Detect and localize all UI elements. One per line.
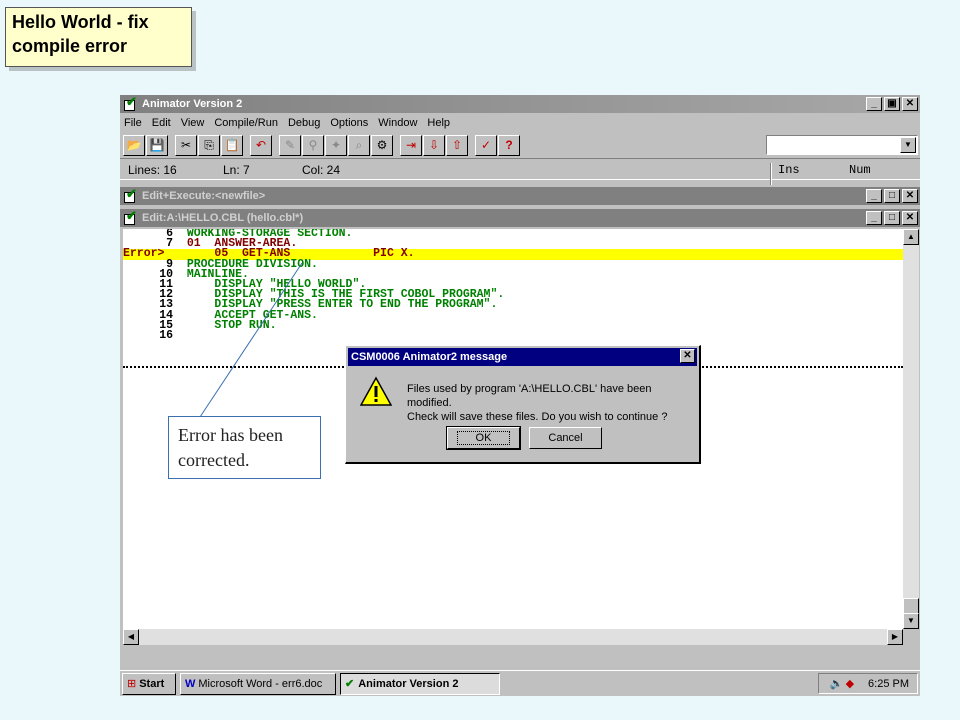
edit-file-title: Edit:A:\HELLO.CBL (hello.cbl*): [142, 212, 304, 224]
restore-button[interactable]: ▣: [884, 97, 900, 111]
scroll-up-icon[interactable]: ▲: [903, 229, 919, 245]
cancel-button[interactable]: Cancel: [529, 427, 602, 449]
start-button[interactable]: ⊞ Start: [122, 672, 176, 695]
step-icon[interactable]: ⇥: [400, 134, 422, 156]
dialog-message: Files used by program 'A:\HELLO.CBL' hav…: [407, 382, 697, 424]
status-num: Num: [849, 163, 871, 177]
system-tray: 🔈 ◆ 6:25 PM: [818, 673, 918, 694]
task-animator-label: Animator Version 2: [358, 677, 459, 690]
clock[interactable]: 6:25 PM: [868, 678, 909, 690]
dialog-close-button[interactable]: ✕: [680, 349, 695, 363]
dialog-message-line: Files used by program 'A:\HELLO.CBL' hav…: [407, 383, 652, 409]
edit-file-icon: [122, 208, 138, 225]
scroll-right-icon[interactable]: ▶: [887, 629, 903, 645]
close-button[interactable]: ✕: [902, 97, 918, 111]
taskbar: ⊞ Start W Microsoft Word - err6.doc ✔ An…: [120, 670, 920, 696]
zoom-icon[interactable]: ⚲: [302, 134, 324, 156]
speaker-icon[interactable]: 🔈: [830, 677, 844, 690]
dialog-titlebar[interactable]: CSM0006 Animator2 message ✕: [348, 348, 697, 366]
close-button[interactable]: ✕: [902, 211, 918, 225]
close-button[interactable]: ✕: [902, 189, 918, 203]
step-in-icon[interactable]: ⇩: [423, 134, 445, 156]
warning-icon: [360, 376, 392, 406]
open-icon[interactable]: 📂: [123, 134, 145, 156]
windows-logo-icon: ⊞: [127, 678, 137, 690]
status-bar: Lines: 16 Ln: 7 Col: 24 Ins Num: [120, 158, 920, 185]
menu-options[interactable]: Options: [330, 117, 368, 129]
network-icon[interactable]: ◆: [846, 677, 854, 690]
status-ins: Ins: [778, 163, 800, 177]
horizontal-scrollbar[interactable]: ◀ ▶: [123, 629, 903, 645]
menu-debug[interactable]: Debug: [288, 117, 320, 129]
word-icon: W: [185, 677, 196, 690]
app-title: Animator Version 2: [142, 98, 243, 110]
minimize-button[interactable]: _: [866, 189, 882, 203]
menu-bar: File Edit View Compile/Run Debug Options…: [120, 113, 920, 132]
chevron-down-icon[interactable]: ▼: [900, 137, 916, 153]
line-number: 16: [159, 328, 173, 342]
message-dialog: CSM0006 Animator2 message ✕ Files used b…: [345, 345, 701, 464]
edit-execute-titlebar[interactable]: Edit+Execute:<newfile> _ □ ✕: [120, 186, 920, 205]
animator-app-icon: [122, 95, 138, 111]
dialog-title: CSM0006 Animator2 message: [351, 351, 508, 363]
scroll-left-icon[interactable]: ◀: [123, 629, 139, 645]
animator-task-icon: ✔: [345, 678, 355, 690]
minimize-button[interactable]: _: [866, 211, 882, 225]
toolbar-combo[interactable]: ▼: [766, 135, 918, 155]
save-icon[interactable]: 💾: [146, 134, 168, 156]
scroll-down-icon[interactable]: ▼: [903, 613, 919, 629]
edit-execute-icon: [122, 186, 138, 203]
maximize-button[interactable]: □: [884, 189, 900, 203]
wand-icon[interactable]: ✦: [325, 134, 347, 156]
status-ln: Ln: 7: [223, 163, 250, 177]
status-col: Col: 24: [302, 163, 341, 177]
ok-button[interactable]: OK: [446, 426, 521, 450]
toolbar: 📂 💾 ✂ ⎘ 📋 ↶ ✎ ⚲ ✦ ⌕ ⚙ ⇥ ⇩ ⇧ ✓ ? ▼: [120, 132, 920, 158]
code-text: STOP RUN.: [186, 318, 277, 332]
scroll-thumb[interactable]: [903, 598, 919, 614]
error-marker: Error>: [123, 247, 165, 261]
slide-title: Hello World - fix compile error: [5, 7, 192, 67]
undo-icon[interactable]: ↶: [250, 134, 272, 156]
copy-icon[interactable]: ⎘: [198, 134, 220, 156]
step-out-icon[interactable]: ⇧: [446, 134, 468, 156]
search-icon[interactable]: ⌕: [348, 134, 370, 156]
menu-window[interactable]: Window: [378, 117, 417, 129]
check-icon[interactable]: ✓: [475, 134, 497, 156]
menu-compile-run[interactable]: Compile/Run: [214, 117, 278, 129]
menu-file[interactable]: File: [124, 117, 142, 129]
maximize-button[interactable]: □: [884, 211, 900, 225]
compile-icon[interactable]: ⚙: [371, 134, 393, 156]
ok-label: OK: [456, 431, 511, 445]
menu-edit[interactable]: Edit: [152, 117, 171, 129]
task-word-label: Microsoft Word - err6.doc: [198, 677, 323, 690]
task-word[interactable]: W Microsoft Word - err6.doc: [180, 672, 336, 695]
start-label: Start: [139, 677, 165, 690]
cut-icon[interactable]: ✂: [175, 134, 197, 156]
status-lines: Lines: 16: [128, 163, 177, 177]
minimize-button[interactable]: _: [866, 97, 882, 111]
menu-help[interactable]: Help: [427, 117, 450, 129]
help-icon[interactable]: ?: [498, 134, 520, 156]
paste-icon[interactable]: 📋: [221, 134, 243, 156]
menu-view[interactable]: View: [181, 117, 205, 129]
edit-execute-title: Edit+Execute:<newfile>: [142, 190, 266, 202]
pencil-icon[interactable]: ✎: [279, 134, 301, 156]
code-listing: 6 WORKING-STORAGE SECTION. 7 01 ANSWER-A…: [123, 229, 903, 341]
dialog-message-line: Check will save these files. Do you wish…: [407, 411, 668, 423]
edit-file-titlebar[interactable]: Edit:A:\HELLO.CBL (hello.cbl*) _ □ ✕: [120, 208, 920, 227]
vertical-scrollbar[interactable]: ▲ ▼: [903, 229, 919, 629]
callout-note: Error has been corrected.: [168, 416, 321, 479]
app-titlebar[interactable]: Animator Version 2 _ ▣ ✕: [120, 95, 920, 113]
task-animator[interactable]: ✔ Animator Version 2: [340, 672, 500, 695]
